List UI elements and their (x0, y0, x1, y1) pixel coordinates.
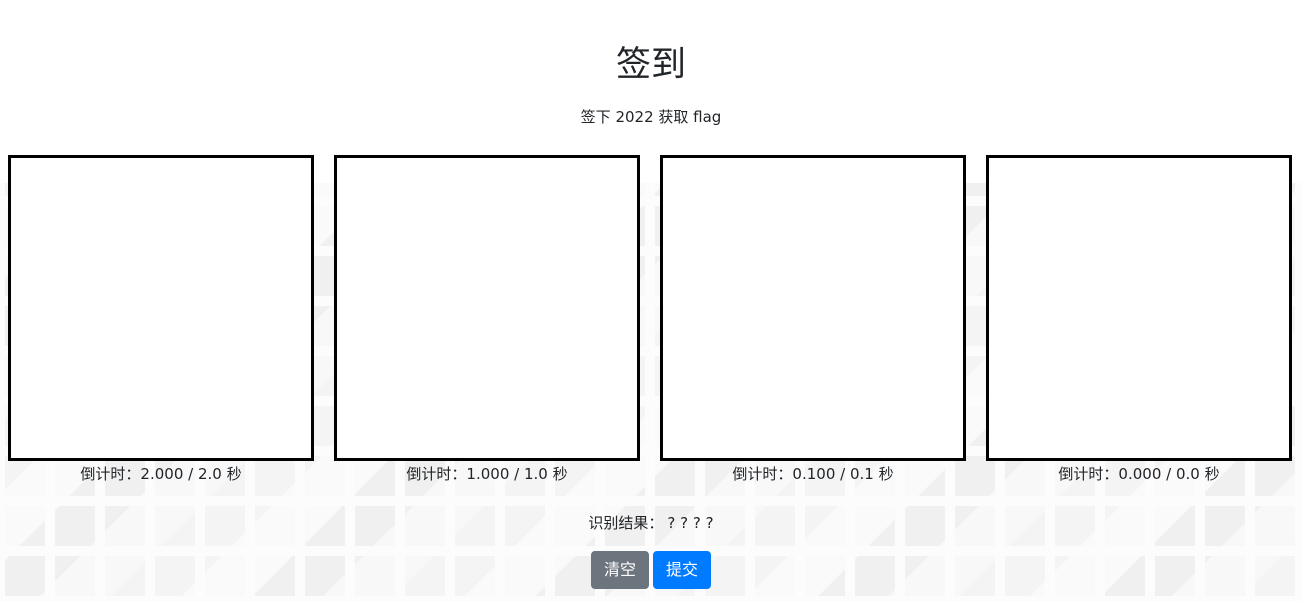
page-title: 签到 (615, 45, 686, 85)
drawing-panel-2: 倒计时：1.000 / 1.0 秒 (334, 155, 640, 486)
countdown-label-3: 倒计时：0.100 / 0.1 秒 (732, 465, 894, 483)
drawing-canvas-4[interactable] (986, 155, 1292, 461)
page-subtitle: 签下 2022 获取 flag (580, 108, 722, 126)
countdown-label-4: 倒计时：0.000 / 0.0 秒 (1058, 465, 1220, 483)
drawing-panel-4: 倒计时：0.000 / 0.0 秒 (986, 155, 1292, 486)
recognition-result: 识别结果：? ? ? ? (0, 512, 1302, 534)
countdown-label-2: 倒计时：1.000 / 1.0 秒 (406, 465, 568, 483)
clear-button[interactable]: 清空 (590, 551, 649, 589)
drawing-canvas-3[interactable] (660, 155, 966, 461)
recognition-result-label: 识别结果： (588, 514, 664, 532)
submit-button[interactable]: 提交 (653, 551, 712, 589)
drawing-canvas-1[interactable] (8, 155, 314, 461)
drawing-panel-3: 倒计时：0.100 / 0.1 秒 (660, 155, 966, 486)
countdown-label-1: 倒计时：2.000 / 2.0 秒 (80, 465, 242, 483)
drawing-canvas-2[interactable] (334, 155, 640, 461)
recognition-result-value: ? ? ? ? (667, 514, 714, 532)
action-bar: 清空 提交 (0, 551, 1302, 589)
drawing-panel-1: 倒计时：2.000 / 2.0 秒 (8, 155, 314, 486)
